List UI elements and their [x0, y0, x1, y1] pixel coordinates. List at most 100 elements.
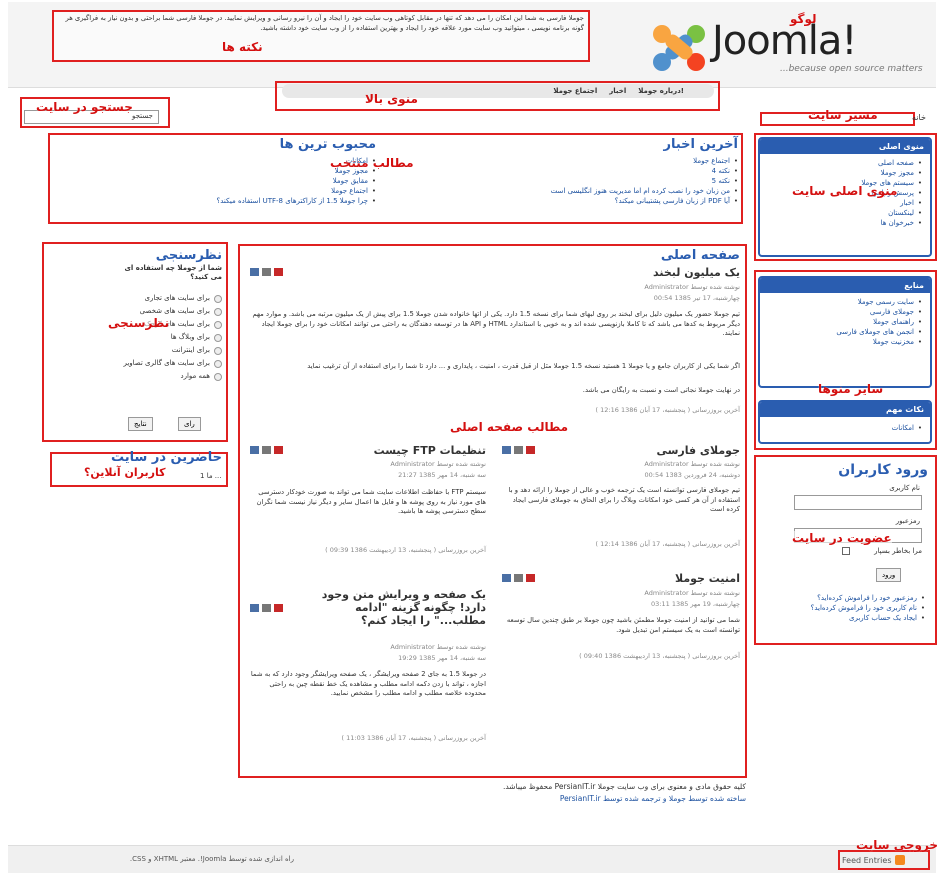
latest-news-title: آخرین اخبار: [663, 137, 738, 152]
main-menu-item[interactable]: صفحه اصلی: [878, 159, 914, 167]
poll-option-radio[interactable]: [214, 321, 222, 329]
content-annotation: مطالب صفحه اصلی: [450, 420, 569, 434]
logo-tagline: ...because open source matters: [780, 64, 923, 74]
lead-article-author: نوشته شده توسط Administrator: [644, 283, 740, 291]
resources-item[interactable]: جوملای فارسی: [870, 308, 914, 316]
lead-article-p3: در نهایت جوملا نجاتی است و نسبت به رایگا…: [582, 386, 740, 394]
remember-label: مرا بخاطر بسپار: [874, 547, 922, 555]
notice-text: جوملا فارسی به شما این امکان را می دهد ک…: [65, 14, 584, 32]
pdf-icon[interactable]: [274, 446, 283, 454]
poll-option-label: برای اینترانت: [171, 346, 210, 354]
feed-label: Feed Entries: [842, 855, 892, 865]
key-concepts-title: نکات مهم: [760, 402, 930, 417]
key-concepts-module: نکات مهم امکانات: [758, 400, 932, 444]
latest-news-item[interactable]: آیا PDF از زبان فارسی پشتیبانی میکند؟: [615, 197, 730, 205]
article-text: سیستم FTP با حفاظت اطلاعات سایت شما می ت…: [256, 488, 486, 515]
article-text: تیم جوملای فارسی توانسته است یک ترجمه خو…: [508, 486, 740, 513]
username-label: نام کاربری: [889, 484, 920, 492]
feed-link[interactable]: Feed Entries: [842, 855, 905, 865]
email-icon[interactable]: [502, 574, 511, 582]
article-author: نوشته شده توسط Administrator: [390, 460, 486, 468]
print-icon[interactable]: [514, 574, 523, 582]
poll-option-radio[interactable]: [214, 334, 222, 342]
article-updated: آخرین بروزرسانی ( پنجشنبه، 17 آبان 1386 …: [595, 540, 740, 548]
print-icon[interactable]: [262, 268, 271, 276]
article-date: دوشنبه، 24 فروردین 1383 00:54: [644, 471, 740, 479]
print-icon[interactable]: [262, 446, 271, 454]
poll-option-radio[interactable]: [214, 295, 222, 303]
poll-question: شما از جوملا چه استفاده ای می کنید؟: [124, 264, 222, 281]
poll-annotation: نظرسنجی: [108, 316, 170, 330]
poll-vote-button[interactable]: رای: [178, 417, 201, 431]
search-label: جستجو: [132, 112, 153, 120]
latest-news-list: اجتماع جوملا نکته 4 نکته 5 من زبان خود ر…: [410, 156, 738, 207]
main-menu-item[interactable]: لینکستان: [888, 209, 914, 217]
email-icon[interactable]: [250, 446, 259, 454]
email-icon[interactable]: [502, 446, 511, 454]
article-tools: [502, 446, 535, 454]
footer-credits[interactable]: ساخته شده توسط جوملا و ترجمه شده توسط Pe…: [300, 794, 746, 803]
content-heading: صفحه اصلی: [660, 248, 740, 263]
resources-item[interactable]: سایت رسمی جوملا: [858, 298, 914, 306]
poll-option-radio[interactable]: [214, 373, 222, 381]
poll-option-label: برای سایت های شخصی: [139, 307, 210, 315]
whos-online-annotation: کاربران آنلاین؟: [84, 466, 166, 479]
rss-icon: [894, 855, 905, 865]
email-icon[interactable]: [250, 604, 259, 612]
popular-item[interactable]: مقایق جوملا: [333, 177, 368, 185]
resources-item[interactable]: مخزنیت جوملا: [873, 338, 914, 346]
pdf-icon[interactable]: [526, 446, 535, 454]
article-author: نوشته شده توسط Administrator: [644, 589, 740, 597]
poll-option-radio[interactable]: [214, 360, 222, 368]
print-icon[interactable]: [514, 446, 523, 454]
main-menu-item[interactable]: مجوز جوملا: [881, 169, 914, 177]
key-concepts-item[interactable]: امکانات: [892, 424, 914, 432]
poll-option-label: همه موارد: [180, 372, 210, 380]
resources-item[interactable]: راهنمای جوملا: [873, 318, 914, 326]
footer-validation: راه اندازی شده توسط Joomla!. معتبر XHTML…: [129, 855, 294, 863]
notice-annotation: نکته ها: [222, 40, 263, 54]
login-links: رمزعبور خود را فراموش کرده‌اید؟ نام کارب…: [770, 593, 925, 624]
article-updated: آخرین بروزرسانی ( پنجشنبه، 17 آبان 1386 …: [341, 734, 486, 742]
lead-article-p2: اگر شما یکی از کاربران جامع و یا جوملا 1…: [307, 362, 740, 370]
breadcrumb-home[interactable]: خانه: [912, 113, 926, 122]
article-title: امنیت جوملا: [674, 572, 740, 585]
main-menu-item[interactable]: اخبار: [900, 199, 914, 207]
popular-title: محبوب ترین ها: [279, 137, 376, 152]
poll-option-radio[interactable]: [214, 347, 222, 355]
poll-option-radio[interactable]: [214, 308, 222, 316]
other-menus-annotation: سایر منوها: [818, 382, 884, 396]
article-updated: آخرین بروزرسانی ( پنجشنبه، 13 اردیبهشت 1…: [579, 652, 740, 660]
latest-news-item[interactable]: اجتماع جوملا: [693, 157, 730, 165]
print-icon[interactable]: [262, 604, 271, 612]
create-account-link[interactable]: ایجاد یک حساب کاربری: [849, 614, 917, 622]
remember-checkbox[interactable]: [842, 547, 850, 555]
pdf-icon[interactable]: [274, 268, 283, 276]
article-title: تنظیمات FTP چیست: [373, 444, 486, 457]
poll-results-button[interactable]: نتایج: [128, 417, 153, 431]
lead-article-p1: تیم جوملا حضور یک میلیون دلیل برای لبخند…: [252, 310, 740, 337]
search-annotation: جستجو در سایت: [36, 100, 133, 114]
top-menu-annotation: منوی بالا: [365, 92, 418, 106]
featured-annotation: مطالب منتخب: [330, 156, 414, 170]
main-menu-item[interactable]: خبرخوان ها: [881, 219, 914, 227]
lead-article-date: چهارشنبه، 17 تیر 1385 00:54: [653, 294, 740, 302]
lead-article-tools: [250, 268, 283, 276]
popular-item[interactable]: چرا جوملا 1.5 از کاراکترهای UTF-8 استفاد…: [217, 197, 368, 205]
popular-item[interactable]: اجتماع جوملا: [331, 187, 368, 195]
forgot-password-link[interactable]: رمزعبور خود را فراموش کرده‌اید؟: [817, 594, 917, 602]
whos-online-text: ما 1 ...: [200, 472, 222, 480]
username-input[interactable]: [794, 495, 922, 510]
login-button[interactable]: ورود: [876, 568, 902, 582]
article-author: نوشته شده توسط Administrator: [644, 460, 740, 468]
forgot-username-link[interactable]: نام کاربری خود را فراموش کرده‌اید؟: [811, 604, 917, 612]
article-date: سه شنبه، 14 مهر 1385 21:27: [398, 471, 486, 479]
pdf-icon[interactable]: [274, 604, 283, 612]
email-icon[interactable]: [250, 268, 259, 276]
latest-news-item[interactable]: نکته 4: [712, 167, 730, 175]
latest-news-item[interactable]: من زبان خود را نصب کرده ام اما مدیریت هن…: [551, 187, 730, 195]
latest-news-item[interactable]: نکته 5: [712, 177, 730, 185]
resources-item[interactable]: انجمن های جوملای فارسی: [836, 328, 914, 336]
pdf-icon[interactable]: [526, 574, 535, 582]
poll-title: نظرسنجی: [155, 248, 222, 263]
